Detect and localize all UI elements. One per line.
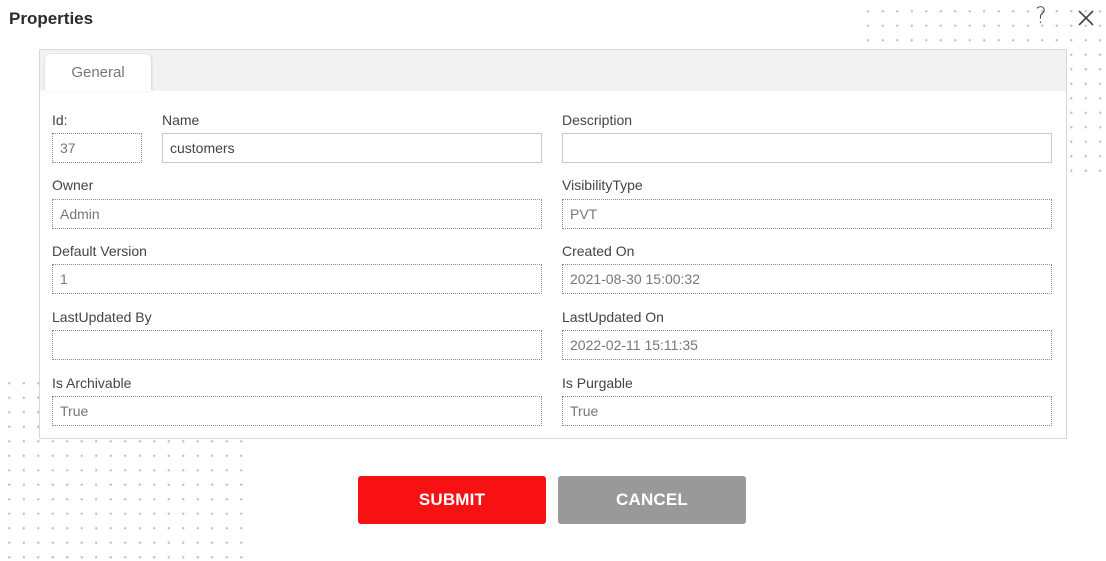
submit-button[interactable]: SUBMIT (358, 476, 546, 524)
tab-bar: General (40, 50, 1066, 91)
help-icon: ? (1035, 4, 1047, 29)
cancel-button[interactable]: CANCEL (558, 476, 746, 524)
last-updated-by-label: LastUpdated By (52, 309, 152, 325)
last-updated-by-field[interactable] (52, 330, 542, 360)
last-updated-on-label: LastUpdated On (562, 309, 664, 325)
owner-label: Owner (52, 177, 94, 193)
dialog-title: Properties (9, 9, 94, 28)
close-icon (1078, 10, 1094, 26)
visibility-type-label: VisibilityType (562, 177, 643, 193)
owner-field[interactable] (52, 199, 542, 229)
is-archivable-field[interactable] (52, 396, 542, 426)
last-updated-on-field[interactable] (562, 330, 1052, 360)
tab-general[interactable]: General (45, 54, 151, 91)
id-field[interactable] (52, 133, 142, 163)
description-label: Description (562, 112, 633, 128)
close-button[interactable] (1075, 7, 1097, 29)
name-label: Name (162, 112, 200, 128)
is-archivable-label: Is Archivable (52, 375, 132, 391)
name-field[interactable] (162, 133, 542, 163)
visibility-type-field[interactable] (562, 199, 1052, 229)
description-field[interactable] (562, 133, 1052, 163)
created-on-label: Created On (562, 243, 635, 259)
is-purgable-field[interactable] (562, 396, 1052, 426)
default-version-label: Default Version (52, 243, 147, 259)
created-on-field[interactable] (562, 264, 1052, 294)
properties-panel: General Id: Name Description Owner Visib… (39, 49, 1067, 439)
default-version-field[interactable] (52, 264, 542, 294)
id-label: Id: (52, 112, 68, 128)
help-button[interactable]: ? (1030, 4, 1052, 30)
is-purgable-label: Is Purgable (562, 375, 633, 391)
